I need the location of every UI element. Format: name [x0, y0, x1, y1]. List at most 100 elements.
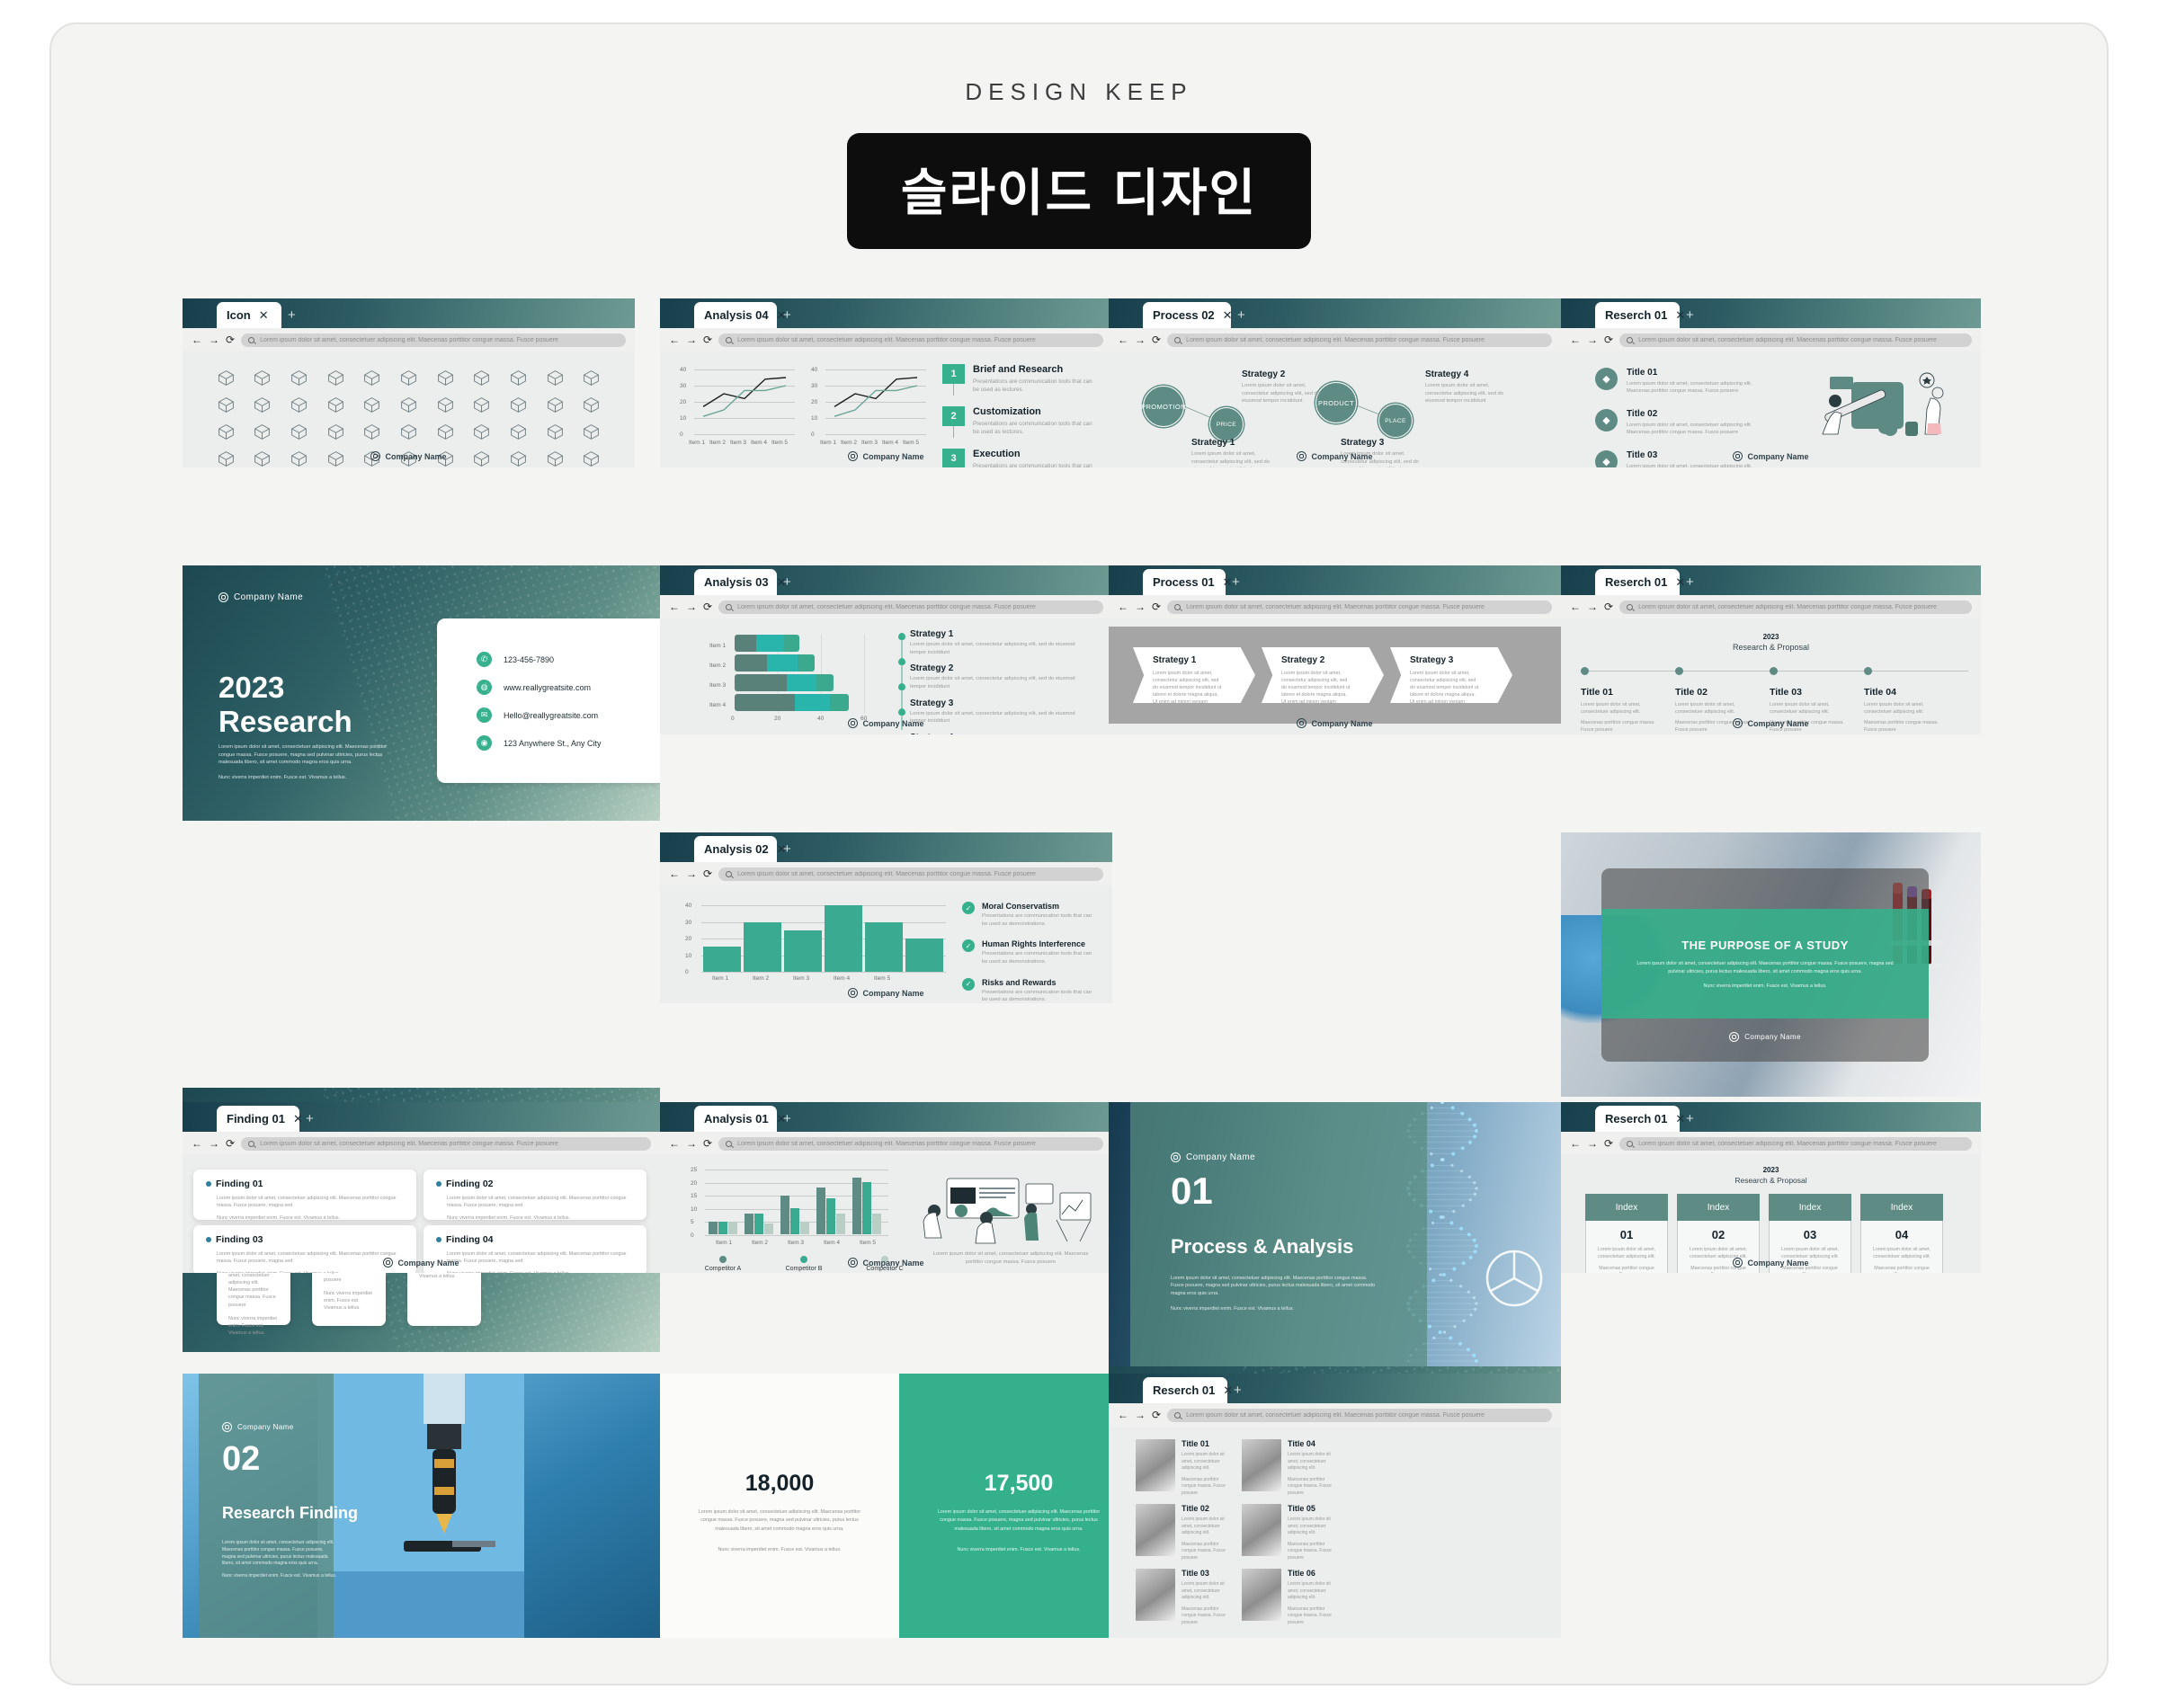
globe-search-icon[interactable]: [210, 422, 243, 442]
browser-tab[interactable]: Process 01 ✕: [1143, 569, 1233, 595]
close-icon[interactable]: ✕: [1675, 309, 1685, 321]
new-tab-icon[interactable]: +: [783, 842, 791, 856]
new-tab-icon[interactable]: +: [288, 308, 296, 322]
forward-icon[interactable]: →: [1135, 1410, 1146, 1420]
cash-box-icon[interactable]: [502, 395, 535, 415]
new-tab-icon[interactable]: +: [1237, 308, 1245, 322]
back-icon[interactable]: ←: [669, 1138, 680, 1149]
forward-icon[interactable]: →: [686, 334, 697, 345]
address-input[interactable]: Lorem ipsum dolor sit amet, consectetuer…: [1167, 600, 1552, 614]
atm-cash-icon[interactable]: [465, 395, 498, 415]
gallery-item[interactable]: Title 05 Lorem ipsum dolor sit amet, cons…: [1242, 1504, 1341, 1561]
new-tab-icon[interactable]: +: [783, 308, 791, 322]
strategy-entry[interactable]: Strategy 2 Lorem ipsum dolor sit amet, co…: [910, 663, 1081, 690]
close-icon[interactable]: ✕: [259, 309, 269, 321]
process-arrow[interactable]: Strategy 2 Lorem ipsum dolor sit amet, co…: [1262, 647, 1384, 703]
chat-bubbles-icon[interactable]: [392, 395, 425, 415]
address-input[interactable]: Lorem ipsum dolor sit amet, consectetuer…: [718, 1136, 1103, 1151]
bar-row[interactable]: [735, 674, 834, 691]
bar[interactable]: [790, 1208, 799, 1234]
cloud-network-icon[interactable]: [282, 395, 316, 415]
dashboard-panel-icon[interactable]: [575, 368, 608, 388]
bar[interactable]: [865, 921, 903, 972]
bar-growth-icon[interactable]: [356, 368, 389, 388]
bar[interactable]: [728, 1221, 737, 1234]
bar[interactable]: [836, 1213, 845, 1234]
browser-tab[interactable]: Analysis 01 ✕: [694, 1106, 786, 1132]
back-icon[interactable]: ←: [1118, 1410, 1128, 1420]
browser-tab[interactable]: Analysis 03 ✕: [694, 569, 786, 595]
research-item[interactable]: ◆ Title 02 Lorem ipsum dolor sit amet, con…: [1595, 408, 1766, 437]
address-input[interactable]: Lorem ipsum dolor sit amet, consectetuer…: [1619, 600, 1972, 614]
close-icon[interactable]: ✕: [293, 1113, 303, 1125]
bar[interactable]: [800, 1221, 809, 1234]
reload-icon[interactable]: ⟳: [1152, 1410, 1161, 1420]
laptop-growth-icon[interactable]: [210, 395, 243, 415]
finding-card[interactable]: Finding 02 Lorem ipsum dolor sit amet, co…: [424, 1170, 647, 1221]
team-group-icon[interactable]: [282, 422, 316, 442]
timeline-dot[interactable]: [1770, 667, 1778, 675]
gallery-item[interactable]: Title 06 Lorem ipsum dolor sit amet, cons…: [1242, 1569, 1341, 1626]
money-stack-icon[interactable]: [429, 395, 462, 415]
address-input[interactable]: Lorem ipsum dolor sit amet, consectetuer…: [1167, 333, 1552, 347]
close-icon[interactable]: ✕: [1223, 309, 1233, 321]
bar[interactable]: [718, 1221, 727, 1234]
puzzle-icon[interactable]: [319, 422, 352, 442]
pie-bar-combo-icon[interactable]: [575, 395, 608, 415]
bar-row[interactable]: [735, 694, 850, 711]
new-tab-icon[interactable]: +: [1234, 1383, 1242, 1397]
back-icon[interactable]: ←: [669, 334, 680, 345]
forward-icon[interactable]: →: [1587, 1138, 1598, 1149]
gallery-item[interactable]: Title 04 Lorem ipsum dolor sit amet, cons…: [1242, 1439, 1341, 1497]
forward-icon[interactable]: →: [1135, 601, 1146, 612]
clipboard-report-icon[interactable]: [356, 395, 389, 415]
new-tab-icon[interactable]: +: [1232, 575, 1240, 589]
reload-icon[interactable]: ⟳: [1604, 601, 1613, 612]
browser-tab[interactable]: Process 02 ✕: [1143, 302, 1233, 328]
timeline-dot[interactable]: [1675, 667, 1683, 675]
dollar-arrow-down-icon[interactable]: [465, 368, 498, 388]
bar[interactable]: [826, 1197, 835, 1234]
address-input[interactable]: Lorem ipsum dolor sit amet, consectetuer…: [1619, 333, 1972, 347]
bar-magnifier-icon[interactable]: [356, 422, 389, 442]
strategy-entry[interactable]: Strategy 1 Lorem ipsum dolor sit amet, co…: [910, 629, 1081, 656]
back-icon[interactable]: ←: [1570, 601, 1581, 612]
bar-flag-icon[interactable]: [319, 395, 352, 415]
finding-card[interactable]: Finding 01 Lorem ipsum dolor sit amet, co…: [193, 1170, 416, 1221]
bar[interactable]: [764, 1223, 773, 1234]
bar[interactable]: [905, 939, 943, 972]
forward-icon[interactable]: →: [686, 1138, 697, 1149]
address-input[interactable]: Lorem ipsum dolor sit amet, consectetuer…: [718, 867, 1103, 881]
bar[interactable]: [872, 1213, 881, 1234]
document-clock-icon[interactable]: [392, 422, 425, 442]
process-circle[interactable]: PRICE: [1209, 407, 1244, 441]
bar[interactable]: [862, 1182, 871, 1234]
reload-icon[interactable]: ⟳: [226, 334, 235, 345]
timeline-dot[interactable]: [1864, 667, 1872, 675]
gallery-item[interactable]: Title 02 Lorem ipsum dolor sit amet, cons…: [1136, 1504, 1235, 1561]
gallery-item[interactable]: Title 03 Lorem ipsum dolor sit amet, cons…: [1136, 1569, 1235, 1626]
address-input[interactable]: Lorem ipsum dolor sit amet, consectetuer…: [241, 333, 626, 347]
email-envelope-icon[interactable]: [246, 368, 280, 388]
browser-tab[interactable]: Reserch 01 ✕: [1595, 1106, 1685, 1132]
bar[interactable]: [784, 930, 822, 972]
forward-icon[interactable]: →: [209, 1138, 219, 1149]
bar[interactable]: [745, 1213, 754, 1234]
process-arrow[interactable]: Strategy 3 Lorem ipsum dolor sit amet, co…: [1390, 647, 1512, 703]
reload-icon[interactable]: ⟳: [1152, 334, 1161, 345]
gallery-item[interactable]: Title 01 Lorem ipsum dolor sit amet, cons…: [1136, 1439, 1235, 1497]
new-tab-icon[interactable]: +: [306, 1112, 314, 1125]
bar-row[interactable]: [735, 635, 799, 652]
contact-row[interactable]: ◍ www.reallygreatsite.com: [477, 680, 591, 695]
back-icon[interactable]: ←: [1570, 1138, 1581, 1149]
close-icon[interactable]: ✕: [1675, 576, 1685, 588]
address-input[interactable]: Lorem ipsum dolor sit amet, consectetuer…: [718, 600, 1103, 614]
browser-tab[interactable]: Reserch 01 ✕: [1595, 569, 1685, 595]
step-item[interactable]: 2 Customization Presentations are communic…: [942, 405, 1095, 438]
balance-scale-icon[interactable]: [539, 368, 572, 388]
process-circle[interactable]: PLACE: [1378, 404, 1413, 438]
browser-tab[interactable]: Analysis 02 ✕: [694, 836, 786, 862]
reload-icon[interactable]: ⟳: [703, 334, 712, 345]
back-icon[interactable]: ←: [192, 1138, 202, 1149]
browser-tab[interactable]: Icon ✕: [217, 302, 281, 328]
